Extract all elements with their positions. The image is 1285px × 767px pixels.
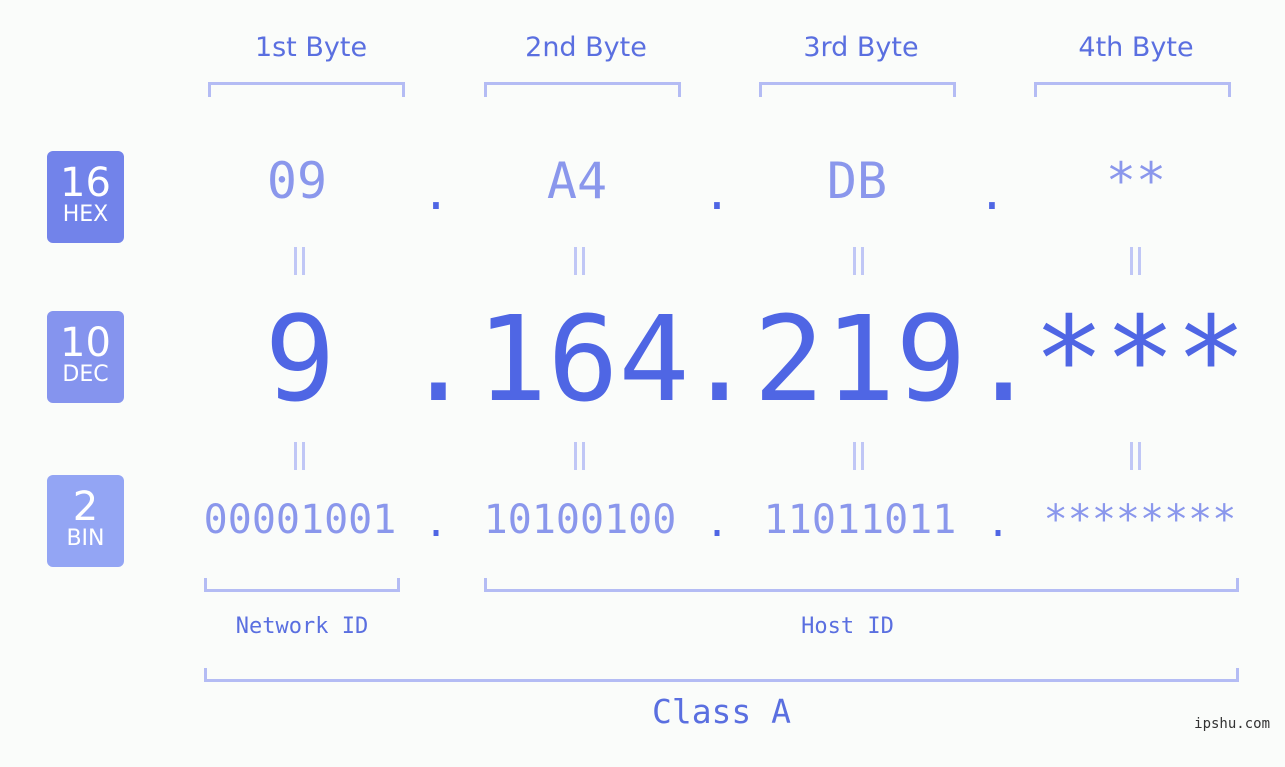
hex-separator-2: . <box>703 166 731 220</box>
dec-byte-3: 219 <box>753 290 967 428</box>
equals-icon <box>290 442 310 470</box>
byte-bracket-2 <box>484 82 681 97</box>
bin-badge-unit: BIN <box>66 526 105 551</box>
hex-byte-1: 09 <box>266 152 328 210</box>
equals-icon <box>290 247 310 275</box>
host-id-label: Host ID <box>801 614 894 639</box>
equals-icon <box>849 247 869 275</box>
host-id-bracket <box>484 578 1239 592</box>
hex-byte-3: DB <box>826 152 888 210</box>
equals-icon <box>849 442 869 470</box>
network-id-label: Network ID <box>235 614 369 639</box>
hex-badge-unit: HEX <box>62 202 109 227</box>
dec-badge-unit: DEC <box>62 362 109 387</box>
bin-byte-1: 00001001 <box>203 497 397 543</box>
watermark: ipshu.com <box>1194 716 1270 732</box>
dec-badge: 10 DEC <box>47 311 124 403</box>
dec-byte-4: *** <box>1033 290 1247 428</box>
equals-icon <box>570 442 590 470</box>
bin-separator-2: . <box>704 500 730 546</box>
byte-label-1: 1st Byte <box>254 32 368 63</box>
hex-byte-2: A4 <box>546 152 608 210</box>
bin-separator-1: . <box>423 500 449 546</box>
bin-byte-4: ******** <box>1043 497 1237 543</box>
equals-icon <box>570 247 590 275</box>
hex-separator-3: . <box>978 166 1006 220</box>
dec-byte-2: 164 <box>476 290 690 428</box>
hex-byte-4: ** <box>1105 152 1167 210</box>
dec-byte-1: 9 <box>264 290 336 428</box>
bin-badge: 2 BIN <box>47 475 124 567</box>
byte-bracket-4 <box>1034 82 1231 97</box>
byte-label-3: 3rd Byte <box>803 32 919 63</box>
bin-separator-3: . <box>985 500 1011 546</box>
dec-separator-2: . <box>684 290 756 428</box>
equals-icon <box>1126 247 1146 275</box>
bin-byte-3: 11011011 <box>763 497 957 543</box>
bin-badge-number: 2 <box>72 484 99 530</box>
dec-separator-3: . <box>968 290 1040 428</box>
dec-badge-number: 10 <box>60 320 111 366</box>
byte-label-2: 2nd Byte <box>525 32 647 63</box>
byte-bracket-1 <box>208 82 405 97</box>
hex-badge: 16 HEX <box>47 151 124 243</box>
class-label: Class A <box>651 692 792 731</box>
class-bracket <box>204 668 1239 682</box>
hex-badge-number: 16 <box>60 160 111 206</box>
dec-separator-1: . <box>403 290 475 428</box>
byte-label-4: 4th Byte <box>1078 32 1194 63</box>
byte-bracket-3 <box>759 82 956 97</box>
hex-separator-1: . <box>422 166 450 220</box>
equals-icon <box>1126 442 1146 470</box>
bin-byte-2: 10100100 <box>483 497 677 543</box>
network-id-bracket <box>204 578 400 592</box>
